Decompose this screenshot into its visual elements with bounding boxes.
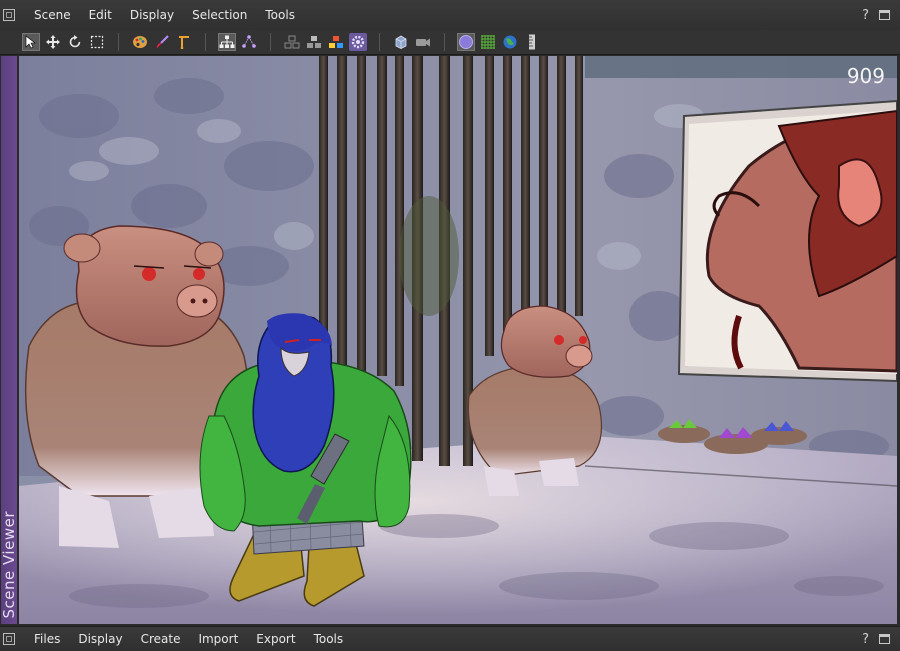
scene-viewport[interactable]: 909 — [19, 56, 897, 624]
stack-dark-icon[interactable] — [305, 33, 323, 51]
object-tools — [392, 33, 432, 51]
bottom-menubar-right: ? — [862, 632, 900, 647]
display-tools — [457, 33, 541, 51]
stack-gray-icon[interactable] — [283, 33, 301, 51]
menu-display[interactable]: Display — [121, 8, 183, 22]
maximize-icon[interactable] — [879, 634, 890, 644]
brush-icon[interactable] — [153, 33, 171, 51]
stack-tools — [283, 33, 367, 51]
menu-selection[interactable]: Selection — [183, 8, 256, 22]
cube-icon[interactable] — [392, 33, 410, 51]
menu-import[interactable]: Import — [189, 632, 247, 646]
panel-toggle-icon[interactable] — [3, 9, 15, 21]
maximize-icon[interactable] — [879, 10, 890, 20]
paint-palette-icon[interactable] — [131, 33, 149, 51]
transform-tools — [22, 33, 106, 51]
sphere-shading-icon[interactable] — [457, 33, 475, 51]
bottom-menubar: Files Display Create Import Export Tools… — [0, 626, 900, 651]
top-menubar: Scene Edit Display Selection Tools ? — [0, 0, 900, 31]
frame-counter: 909 — [846, 64, 885, 88]
grid-icon[interactable] — [479, 33, 497, 51]
toolbar-divider — [444, 33, 445, 51]
menu-create[interactable]: Create — [132, 632, 190, 646]
side-tab-label: Scene Viewer — [0, 510, 18, 619]
menu-tools[interactable]: Tools — [256, 8, 304, 22]
help-button[interactable]: ? — [862, 8, 869, 23]
top-menubar-right: ? — [862, 8, 900, 23]
toolbar-divider — [205, 33, 206, 51]
toolbar-divider — [379, 33, 380, 51]
menu-files[interactable]: Files — [25, 632, 69, 646]
menu-scene[interactable]: Scene — [25, 8, 80, 22]
ruler-icon[interactable] — [523, 33, 541, 51]
move-icon[interactable] — [44, 33, 62, 51]
toolbar — [0, 30, 900, 55]
toolbar-divider — [270, 33, 271, 51]
node-graph-icon[interactable] — [240, 33, 258, 51]
help-button[interactable]: ? — [862, 632, 869, 647]
stack-color-icon[interactable] — [327, 33, 345, 51]
joint-tool-icon[interactable] — [175, 33, 193, 51]
rotate-icon[interactable] — [66, 33, 84, 51]
scene-render — [19, 56, 897, 624]
hierarchy-icon[interactable] — [218, 33, 236, 51]
hierarchy-tools — [218, 33, 258, 51]
paint-tools — [131, 33, 193, 51]
menu-tools[interactable]: Tools — [305, 632, 353, 646]
panel-toggle-icon[interactable] — [3, 633, 15, 645]
menu-export[interactable]: Export — [247, 632, 304, 646]
settings-gear-icon[interactable] — [349, 33, 367, 51]
menu-edit[interactable]: Edit — [80, 8, 121, 22]
camera-icon[interactable] — [414, 33, 432, 51]
toolbar-divider — [118, 33, 119, 51]
menu-display[interactable]: Display — [69, 632, 131, 646]
scene-viewer-side-tab[interactable]: Scene Viewer — [0, 56, 18, 624]
select-arrow-icon[interactable] — [22, 33, 40, 51]
marquee-select-icon[interactable] — [88, 33, 106, 51]
globe-icon[interactable] — [501, 33, 519, 51]
